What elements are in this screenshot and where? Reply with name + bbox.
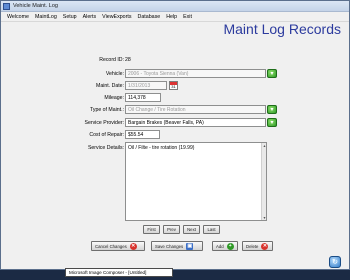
maint-log-form: Record ID: 28 Vehicle: 2006 - Toyota Sie… <box>1 1 350 271</box>
add-label: Add <box>216 243 224 249</box>
chevron-down-icon: ▾ <box>270 70 274 77</box>
maint-date-label: Maint. Date: <box>96 83 124 89</box>
last-button[interactable]: Last <box>203 225 220 234</box>
add-icon: + <box>226 242 234 250</box>
taskbar-tooltip: Microsoft Image Composer - [Untitled] <box>65 268 173 277</box>
service-provider-dropdown-button[interactable]: ▾ <box>267 118 277 127</box>
delete-label: Delete <box>246 243 259 249</box>
mileage-label: Mileage: <box>104 95 124 101</box>
save-icon: ▣ <box>186 242 194 250</box>
delete-button[interactable]: Delete ✕ <box>242 241 273 251</box>
service-details-text: Oil / Filte - tire rotation (19.99) <box>128 145 195 151</box>
type-of-maint-select[interactable]: Oil Change / Tire Rotation <box>125 105 266 114</box>
maint-date-input[interactable]: 1/31/2013 <box>125 81 167 90</box>
service-details-scrollbar[interactable]: ▲ ▼ <box>261 143 266 220</box>
calendar-icon: 31 <box>171 84 176 89</box>
record-id-value: 28 <box>125 57 131 63</box>
vehicle-dropdown-button[interactable]: ▾ <box>267 69 277 78</box>
service-provider-select[interactable]: Bargain Brakes (Beaver Falls, PA) <box>125 118 266 127</box>
calendar-button[interactable]: 31 <box>169 81 178 90</box>
delete-icon: ✕ <box>261 242 269 250</box>
cancel-changes-label: Cancel Changes <box>95 243 127 249</box>
scroll-down-icon[interactable]: ▼ <box>262 215 267 220</box>
type-of-maint-dropdown-button[interactable]: ▾ <box>267 105 277 114</box>
scroll-up-icon[interactable]: ▲ <box>262 143 267 148</box>
type-of-maint-label: Type of Maint.: <box>89 107 124 113</box>
service-details-textarea[interactable]: Oil / Filte - tire rotation (19.99) ▲ ▼ <box>125 142 267 221</box>
vehicle-select[interactable]: 2006 - Toyota Sienna (Van) <box>125 69 266 78</box>
save-changes-label: Save Changes <box>155 243 184 249</box>
cost-of-repair-label: Cost of Repair: <box>89 132 124 138</box>
service-details-label: Service Details: <box>87 145 124 151</box>
chevron-down-icon: ▾ <box>270 106 274 113</box>
prev-button[interactable]: Prev <box>163 225 180 234</box>
cancel-icon: ✕ <box>129 242 137 250</box>
record-id-label: Record ID: <box>99 57 124 63</box>
refresh-icon[interactable]: ↻ <box>329 256 341 268</box>
first-button[interactable]: First <box>143 225 160 234</box>
mileage-input[interactable]: 114,378 <box>125 93 161 102</box>
save-changes-button[interactable]: Save Changes ▣ <box>151 241 203 251</box>
add-button[interactable]: Add + <box>212 241 238 251</box>
chevron-down-icon: ▾ <box>270 119 274 126</box>
cancel-changes-button[interactable]: Cancel Changes ✕ <box>91 241 145 251</box>
cost-of-repair-input[interactable]: $55.54 <box>125 130 160 139</box>
app-window: Vehicle Maint. Log Welcome MaintLog Setu… <box>0 0 350 270</box>
vehicle-label: Vehicle: <box>105 71 124 77</box>
next-button[interactable]: Next <box>183 225 200 234</box>
service-provider-label: Service Provider: <box>84 120 125 126</box>
